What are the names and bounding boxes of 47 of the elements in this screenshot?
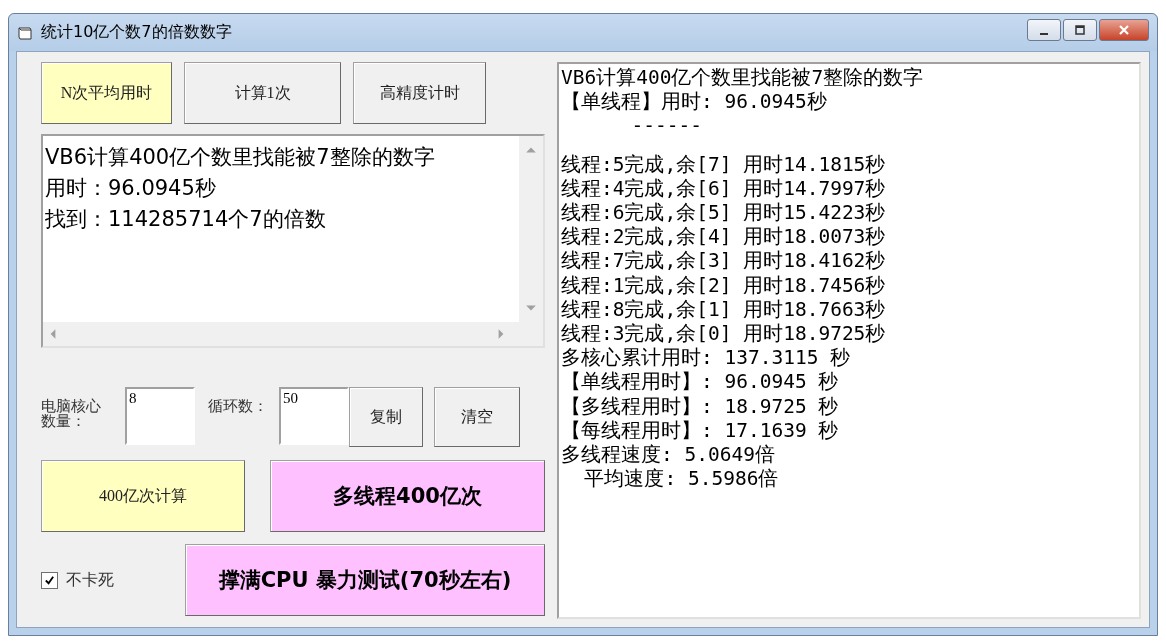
log-line: VB6计算400亿个数里找能被7整除的数字 [561, 66, 925, 91]
log-line: 【单线程】用时: 96.0945秒 [561, 90, 828, 115]
check-icon [44, 574, 55, 586]
log-line: 多线程速度: 5.0649倍 [561, 443, 776, 468]
log-line: 多核心累计用时: 137.3115 秒 [561, 346, 852, 371]
log-line: 平均速度: 5.5986倍 [583, 467, 780, 492]
vertical-scrollbar[interactable] [519, 136, 543, 322]
log-line: 【多线程用时】: 18.9725 秒 [561, 394, 840, 419]
log-line: 线程:6完成,余[5] 用时15.4223秒 [561, 201, 887, 226]
log-line: 线程:7完成,余[3] 用时18.4162秒 [561, 249, 887, 274]
no-freeze-checkbox[interactable]: 不卡死 [41, 569, 185, 591]
loop-count-label: 循环数： [208, 399, 268, 414]
log-line: ------ [630, 114, 703, 139]
close-icon [1118, 24, 1130, 36]
stress-test-button[interactable]: 撑满CPU 暴力测试(70秒左右) [185, 544, 545, 616]
window-title: 统计10亿个数7的倍数数字 [41, 22, 233, 43]
clear-button[interactable]: 清空 [434, 387, 520, 447]
form-icon [17, 24, 33, 41]
calculate-button[interactable]: 400亿次计算 [41, 460, 245, 532]
minimize-button[interactable] [1027, 19, 1061, 41]
horizontal-scrollbar[interactable] [43, 322, 543, 346]
log-line: 线程:2完成,余[4] 用时18.0073秒 [561, 225, 887, 250]
loop-count-field[interactable]: 50 [279, 387, 349, 445]
core-count-field[interactable]: 8 [125, 387, 195, 445]
command-button[interactable]: 计算1次 [184, 62, 341, 124]
result-line: 找到：114285714个7的倍数 [45, 206, 327, 233]
multithread-button[interactable]: 多线程400亿次 [270, 460, 545, 532]
command-button[interactable]: N次平均用时 [41, 62, 172, 124]
maximize-button[interactable] [1063, 19, 1097, 41]
log-line: 【每线程用时】: 17.1639 秒 [561, 418, 840, 444]
log-text-box[interactable] [557, 62, 1141, 619]
result-text-box[interactable]: VB6计算400亿个数里找能被7整除的数字 用时：96.0945秒 找到：114285714个7的倍数 [41, 134, 545, 348]
checkbox-square[interactable] [41, 571, 58, 589]
copy-button[interactable]: 复制 [349, 387, 423, 447]
minimize-icon [1040, 33, 1048, 35]
log-line: 线程:5完成,余[7] 用时14.1815秒 [561, 152, 887, 177]
log-line: 【单线程用时】: 96.0945 秒 [561, 370, 840, 395]
log-line: 线程:1完成,余[2] 用时18.7456秒 [561, 273, 887, 298]
log-line: 线程:4完成,余[6] 用时14.7997秒 [561, 176, 887, 201]
result-line: 用时：96.0945秒 [45, 175, 217, 202]
command-button[interactable]: 高精度计时 [353, 62, 486, 124]
core-count-label: 电脑核心数量： [41, 399, 102, 429]
maximize-icon [1074, 24, 1086, 36]
result-line: VB6计算400亿个数里找能被7整除的数字 [45, 144, 436, 171]
log-line: 线程:8完成,余[1] 用时18.7663秒 [561, 297, 887, 323]
close-button[interactable] [1099, 19, 1149, 41]
log-line: 线程:3完成,余[0] 用时18.9725秒 [561, 322, 887, 347]
